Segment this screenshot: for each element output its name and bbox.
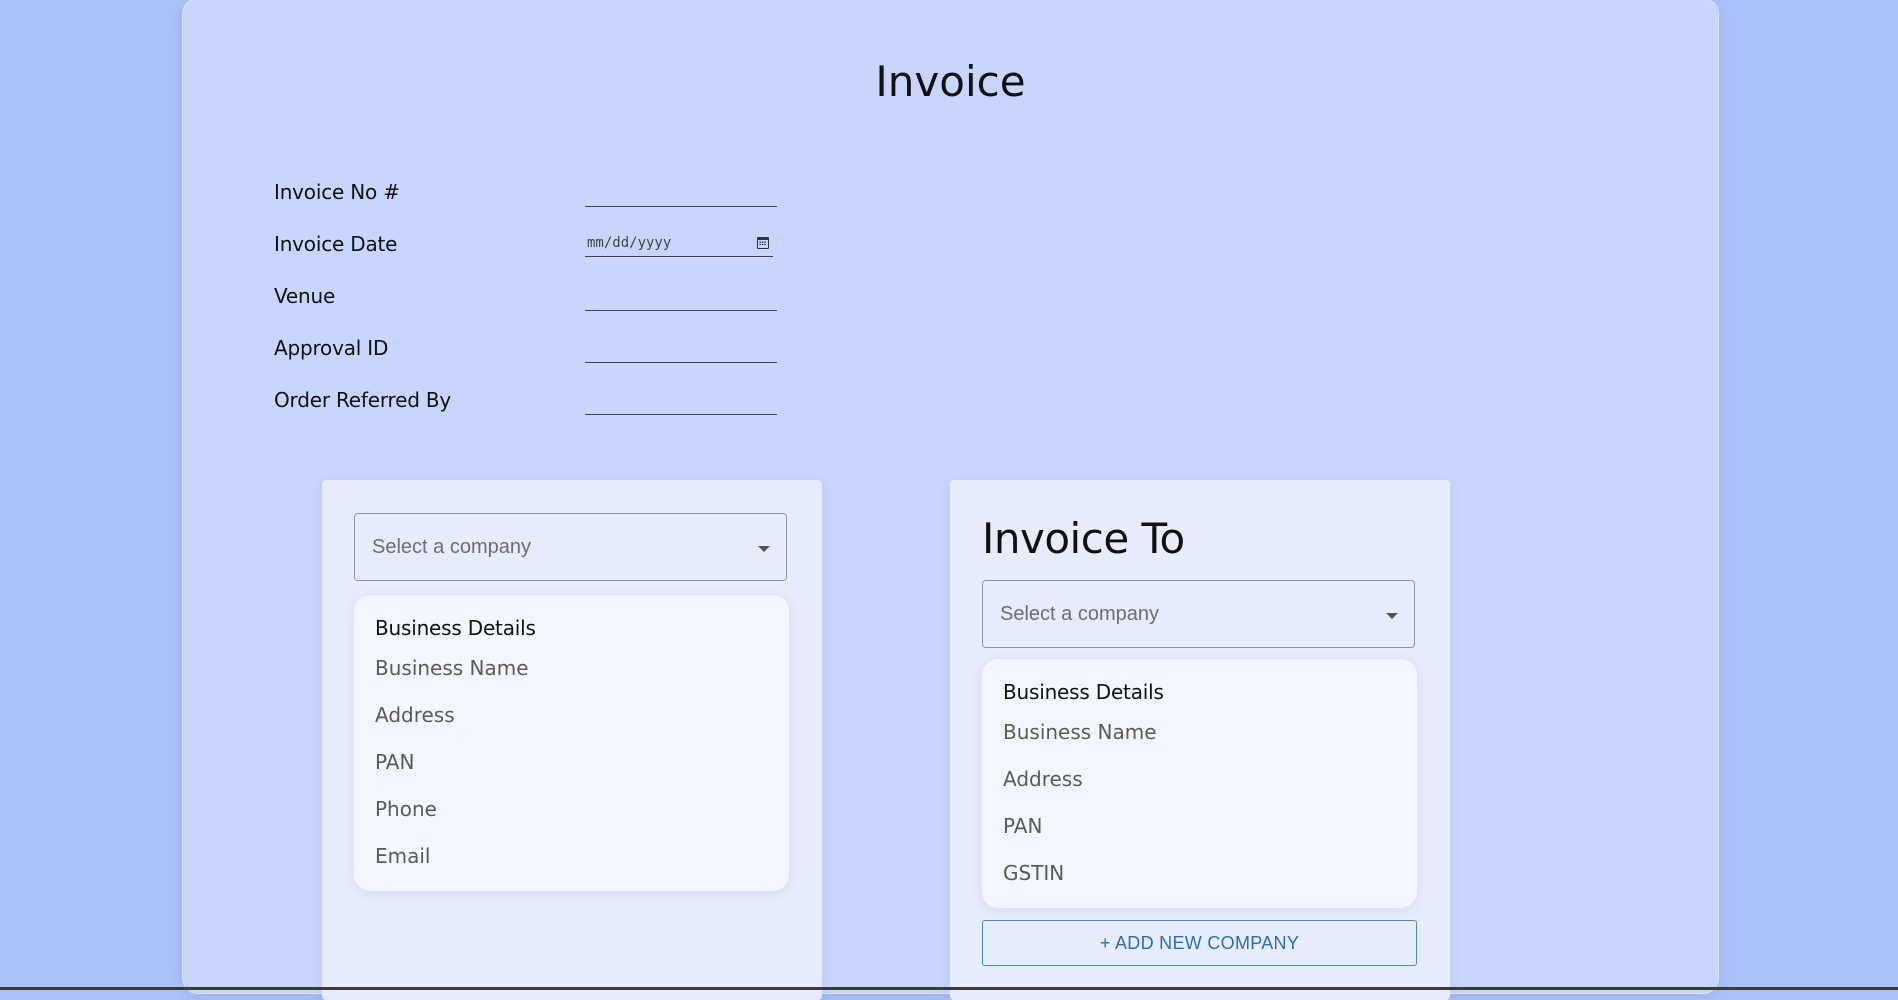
add-new-company-button[interactable]: + ADD NEW COMPANY: [982, 920, 1417, 966]
from-details-heading: Business Details: [375, 616, 536, 640]
chevron-down-icon[interactable]: [758, 546, 770, 552]
chevron-down-icon[interactable]: [1386, 613, 1398, 619]
to-gstin: GSTIN: [1003, 861, 1065, 885]
venue-input[interactable]: [585, 281, 777, 311]
invoice-date-placeholder: mm/dd/yyyy: [587, 235, 672, 251]
to-company-select[interactable]: Select a company: [982, 580, 1415, 648]
venue-row: Venue: [274, 277, 777, 317]
invoice-date-input[interactable]: mm/dd/yyyy: [585, 229, 773, 257]
from-phone: Phone: [375, 797, 437, 821]
invoice-no-row: Invoice No #: [274, 173, 777, 213]
from-business-name: Business Name: [375, 656, 529, 680]
to-details-heading: Business Details: [1003, 680, 1164, 704]
approval-id-input[interactable]: [585, 333, 777, 363]
calendar-icon[interactable]: [757, 237, 769, 249]
invoice-page: Invoice Invoice No # Invoice Date mm/dd/…: [182, 0, 1719, 1000]
invoice-no-input[interactable]: [585, 177, 777, 207]
invoice-to-card: Invoice To Select a company Business Det…: [950, 480, 1450, 1000]
to-pan: PAN: [1003, 814, 1043, 838]
to-business-name: Business Name: [1003, 720, 1157, 744]
from-email: Email: [375, 844, 431, 868]
approval-id-row: Approval ID: [274, 329, 777, 369]
to-address: Address: [1003, 767, 1083, 791]
page-title: Invoice: [875, 57, 1026, 106]
from-business-details: Business Details Business Name Address P…: [354, 595, 789, 891]
from-company-select-placeholder: Select a company: [372, 536, 531, 558]
invoice-no-label: Invoice No #: [274, 180, 400, 204]
from-pan: PAN: [375, 750, 415, 774]
from-company-select[interactable]: Select a company: [354, 513, 787, 581]
invoice-date-label: Invoice Date: [274, 232, 398, 256]
to-company-select-placeholder: Select a company: [1000, 603, 1159, 625]
invoice-from-card: Select a company Business Details Busine…: [322, 480, 822, 1000]
from-address: Address: [375, 703, 455, 727]
order-referred-by-input[interactable]: [585, 385, 777, 415]
venue-label: Venue: [274, 284, 336, 308]
invoice-date-row: Invoice Date mm/dd/yyyy: [274, 225, 774, 265]
invoice-to-title: Invoice To: [982, 514, 1185, 563]
order-referred-by-label: Order Referred By: [274, 388, 452, 412]
approval-id-label: Approval ID: [274, 336, 389, 360]
order-referred-by-row: Order Referred By: [274, 381, 777, 421]
to-business-details: Business Details Business Name Address P…: [982, 659, 1417, 908]
